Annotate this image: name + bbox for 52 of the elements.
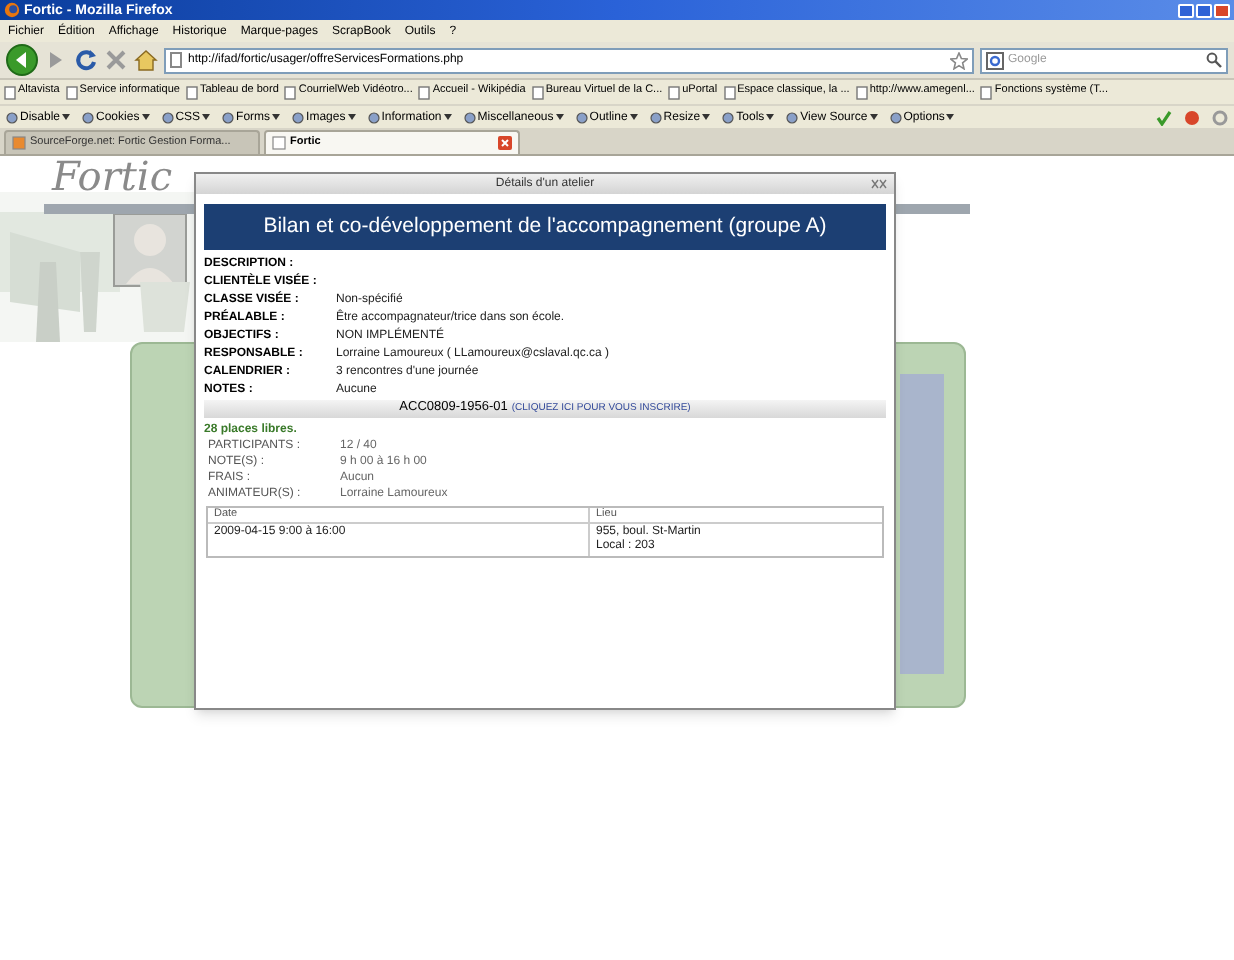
tool-icon: [889, 111, 902, 123]
page-icon: [12, 136, 26, 150]
caret-icon: [443, 114, 452, 120]
caret-icon: [62, 114, 71, 120]
back-icon[interactable]: [6, 44, 38, 76]
tool-icon: [367, 111, 380, 123]
tool-icon: [82, 111, 95, 123]
dialog-heading: Bilan et co-développement de l'accompagnement (groupe A): [204, 204, 886, 250]
caret-icon: [946, 114, 955, 120]
page-icon: [4, 85, 16, 99]
stop-icon[interactable]: [104, 48, 128, 72]
tool-icon: [222, 111, 235, 123]
caret-icon: [869, 114, 878, 120]
tool-icon: [575, 111, 588, 123]
tool-icon: [722, 111, 735, 123]
caret-icon: [141, 114, 150, 120]
tool-icon: [6, 111, 18, 123]
tool-icon: [649, 111, 662, 123]
caret-icon: [702, 114, 711, 120]
page-icon: [170, 52, 182, 68]
caret-icon: [347, 114, 356, 120]
page-icon: [855, 85, 868, 99]
search-icon[interactable]: [1206, 52, 1222, 68]
home-icon[interactable]: [134, 48, 158, 72]
caret-icon: [555, 114, 564, 120]
close-button[interactable]: [1214, 3, 1230, 17]
page-icon: [185, 85, 198, 99]
caret-icon: [202, 114, 211, 120]
minimize-button[interactable]: [1178, 3, 1194, 17]
star-icon[interactable]: [950, 51, 968, 69]
reload-icon[interactable]: [74, 48, 98, 72]
tool-icon: [786, 111, 799, 123]
caret-icon: [766, 114, 775, 120]
caret-icon: [272, 114, 281, 120]
page-icon: [418, 85, 431, 99]
caret-icon: [629, 114, 638, 120]
close-icon[interactable]: [870, 178, 888, 190]
page-icon: [65, 85, 78, 99]
check-icon[interactable]: [1156, 109, 1172, 125]
tool-icon: [161, 111, 174, 123]
page-icon: [531, 85, 544, 99]
page-icon: [668, 85, 681, 99]
page-icon: [723, 85, 736, 99]
page-icon: [980, 85, 993, 99]
tool-icon: [292, 111, 305, 123]
firefox-icon: [4, 2, 20, 18]
maximize-button[interactable]: [1196, 3, 1212, 17]
google-icon: [986, 51, 1004, 69]
tool-icon: [463, 111, 476, 123]
page-icon: [284, 85, 297, 99]
error-icon[interactable]: [1184, 109, 1200, 125]
page-icon: [272, 136, 286, 150]
